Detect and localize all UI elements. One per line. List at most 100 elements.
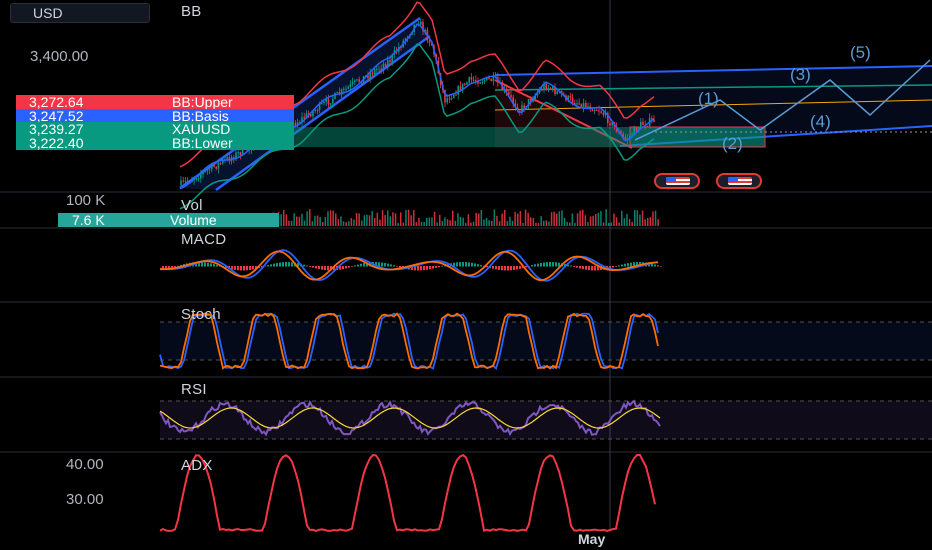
- candle-body: [571, 97, 574, 103]
- volume-bar: [569, 222, 571, 226]
- macd-histogram-bar: [306, 265, 308, 267]
- volume-bar: [449, 220, 451, 226]
- volume-bar: [600, 211, 602, 226]
- stoch-pane: [159, 312, 932, 371]
- candle-body: [585, 102, 587, 108]
- candle-body: [373, 69, 376, 75]
- macd-histogram-bar: [552, 262, 554, 267]
- macd-histogram-bar: [492, 266, 494, 269]
- volume-bar: [587, 222, 589, 226]
- macd-histogram-bar: [399, 266, 401, 268]
- volume-bar: [290, 220, 293, 226]
- macd-histogram-bar: [465, 262, 467, 267]
- volume-bar: [293, 213, 295, 226]
- volume-bar: [511, 220, 514, 226]
- volume-bar: [501, 213, 503, 226]
- volume-bar: [563, 217, 566, 226]
- volume-bar: [459, 216, 462, 226]
- volume-bar: [454, 220, 457, 226]
- volume-axis-label: 100 K: [66, 192, 106, 209]
- volume-bar: [371, 211, 373, 226]
- candle-body: [323, 101, 325, 104]
- macd-histogram-bar: [507, 266, 509, 271]
- macd-histogram-bar: [534, 264, 536, 267]
- volume-bar: [574, 222, 576, 226]
- volume-bar: [579, 210, 581, 226]
- candle-body: [180, 180, 182, 185]
- candle-body: [327, 99, 330, 105]
- macd-signal-line: [160, 250, 659, 282]
- macd-histogram-bar: [273, 263, 275, 267]
- candle-body: [314, 110, 316, 112]
- volume-bar: [319, 216, 321, 226]
- macd-histogram-bar: [588, 266, 590, 271]
- macd-histogram-bar: [210, 263, 212, 267]
- macd-histogram-bar: [540, 262, 542, 267]
- macd-histogram-bar: [456, 262, 458, 267]
- macd-histogram-bar: [246, 266, 248, 271]
- candle-body: [587, 106, 589, 108]
- macd-indicator-label[interactable]: MACD: [181, 231, 226, 248]
- volume-bar: [457, 213, 459, 226]
- tag-value: 3,222.40: [29, 135, 84, 151]
- macd-histogram-bar: [441, 265, 443, 267]
- volume-bar: [509, 216, 511, 226]
- macd-histogram-bar: [654, 264, 656, 267]
- volume-bar: [561, 210, 563, 226]
- adx-pane: [159, 453, 656, 533]
- macd-histogram-bar: [612, 266, 614, 268]
- volume-bar: [535, 222, 537, 226]
- candle-body: [356, 79, 358, 81]
- volume-bar: [491, 220, 493, 226]
- candle-body: [635, 127, 638, 132]
- candle-body: [239, 152, 242, 156]
- volume-bar: [283, 209, 285, 226]
- candle-body: [556, 91, 558, 94]
- volume-bar: [402, 222, 405, 226]
- volume-bar: [532, 217, 535, 226]
- adx-line: [159, 453, 656, 533]
- volume-bar: [527, 212, 529, 226]
- candle-body: [371, 72, 374, 75]
- macd-histogram-bar: [477, 264, 479, 267]
- volume-bar: [613, 213, 615, 226]
- candle-body: [455, 94, 457, 96]
- volume-bar: [649, 217, 652, 226]
- volume-bar: [654, 210, 657, 226]
- candle-body: [219, 162, 222, 164]
- volume-bar: [589, 216, 592, 226]
- macd-histogram-bar: [657, 265, 659, 267]
- stoch-indicator-label[interactable]: Stoch: [181, 306, 221, 323]
- volume-bar: [340, 216, 342, 226]
- volume-bar: [337, 219, 340, 226]
- macd-histogram-bar: [570, 265, 572, 267]
- volume-bar: [439, 214, 441, 226]
- macd-histogram-bar: [480, 264, 482, 267]
- volume-bar: [374, 217, 376, 226]
- candle-body: [446, 98, 448, 103]
- macd-histogram-bar: [495, 266, 497, 270]
- candle-body: [428, 40, 431, 43]
- tag-xauusd: 3,239.27 XAUUSD: [16, 122, 294, 136]
- tag-name: XAUUSD: [172, 121, 231, 137]
- candle-body: [237, 152, 239, 154]
- volume-bar: [485, 217, 488, 226]
- volume-bar: [584, 215, 587, 226]
- macd-histogram-bar: [321, 266, 323, 270]
- volume-bar: [444, 217, 446, 226]
- currency-selector[interactable]: USD: [10, 3, 150, 23]
- volume-bar: [314, 215, 316, 226]
- macd-histogram-bar: [327, 266, 329, 271]
- macd-histogram-bar: [417, 266, 419, 271]
- volume-bar: [657, 219, 659, 226]
- adx-axis-40: 40.00: [66, 456, 104, 473]
- volume-bar: [537, 222, 540, 226]
- adx-indicator-label[interactable]: ADX: [181, 457, 213, 474]
- us-flag-event-1[interactable]: [654, 173, 700, 189]
- volume-bar: [480, 209, 483, 226]
- bb-indicator-label[interactable]: BB: [181, 3, 202, 20]
- volume-bar: [475, 212, 477, 226]
- macd-histogram-bar: [438, 266, 440, 268]
- rsi-indicator-label[interactable]: RSI: [181, 381, 207, 398]
- us-flag-event-2[interactable]: [716, 173, 762, 189]
